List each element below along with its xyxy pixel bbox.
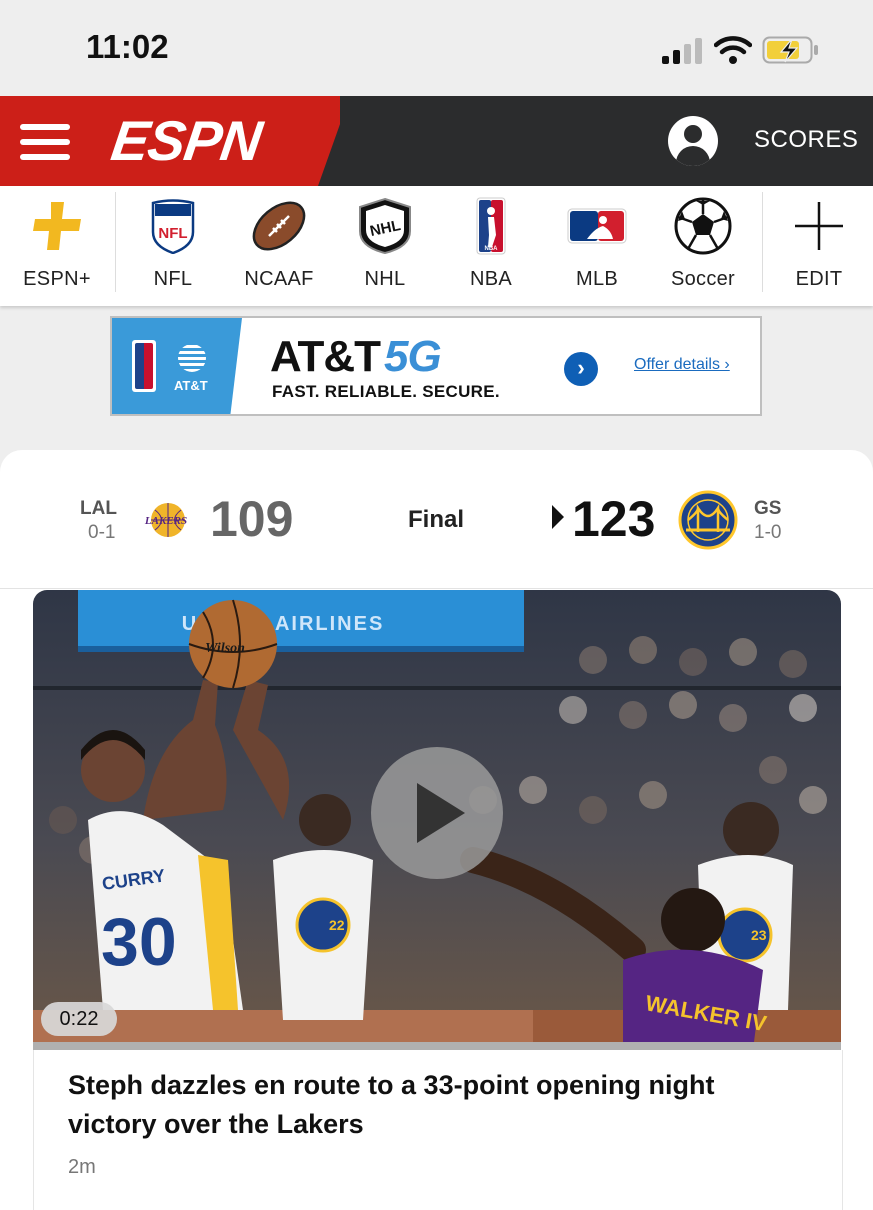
- nav-label: NFL: [153, 268, 193, 290]
- nfl-logo-icon: NFL: [143, 196, 203, 256]
- status-bar: 11:02: [0, 0, 873, 96]
- nba-logo-icon: [132, 340, 156, 392]
- away-team-score: 109: [210, 491, 294, 547]
- winner-indicator-icon: [552, 505, 564, 529]
- nav-item-mlb[interactable]: MLB: [545, 186, 649, 306]
- player-number-text: 30: [101, 904, 177, 980]
- away-team-record: 0-1: [88, 522, 116, 543]
- att-globe-icon: [178, 344, 206, 372]
- soccer-ball-icon: [673, 196, 733, 256]
- video-player[interactable]: UNITED AIRLINES Wilson CURRY 30 22 23 WA…: [33, 590, 841, 1050]
- app-header: ESPN SCORES: [0, 96, 873, 186]
- nav-label: NHL: [364, 268, 406, 290]
- ad-headline: AT&T5G: [270, 332, 442, 382]
- espn-logo[interactable]: ESPN: [107, 108, 265, 173]
- home-team-score: 123: [572, 491, 656, 547]
- nav-item-edit[interactable]: EDIT: [767, 186, 871, 306]
- scoreboard[interactable]: LAL 0-1 LAKERS 109 Final 123 GS 1-0: [0, 450, 873, 589]
- nav-label: Soccer: [670, 268, 736, 290]
- menu-icon[interactable]: [20, 124, 70, 160]
- lakers-logo-icon: LAKERS: [144, 503, 187, 537]
- chevron-right-icon[interactable]: ›: [564, 352, 598, 386]
- sports-nav: ESPN+ NFL NFL NCAAF NHL NHL NBA NBA MLB: [0, 186, 873, 306]
- add-icon: [789, 196, 849, 256]
- warriors-logo-icon: [678, 490, 738, 550]
- story-headline[interactable]: Steph dazzles en route to a 33-point ope…: [68, 1066, 808, 1144]
- nav-item-nfl[interactable]: NFL NFL: [121, 186, 225, 306]
- scores-button[interactable]: SCORES: [754, 126, 858, 154]
- home-team-record: 1-0: [754, 522, 782, 543]
- nba-logo-icon: NBA: [461, 196, 521, 256]
- battery-charging-icon: [762, 36, 818, 64]
- ball-brand-text: Wilson: [205, 641, 245, 656]
- nav-label: NBA: [469, 268, 513, 290]
- plus-icon: [27, 196, 87, 256]
- nhl-logo-icon: NHL: [355, 196, 415, 256]
- svg-text:NFL: NFL: [158, 225, 187, 242]
- nav-label: EDIT: [795, 268, 843, 290]
- home-team-abbr: GS: [754, 498, 782, 519]
- att-5g-ad-banner[interactable]: AT&T AT&T5G FAST. RELIABLE. SECURE. › Of…: [110, 316, 762, 416]
- nav-item-nba[interactable]: NBA NBA: [439, 186, 543, 306]
- football-icon: [249, 196, 309, 256]
- nav-label: NCAAF: [244, 268, 314, 290]
- nav-divider: [762, 192, 763, 292]
- profile-icon[interactable]: [668, 116, 718, 166]
- video-thumbnail: UNITED AIRLINES Wilson CURRY 30 22 23 WA…: [33, 590, 841, 1050]
- ad-tagline: FAST. RELIABLE. SECURE.: [272, 382, 500, 401]
- nav-item-espn-plus[interactable]: ESPN+: [5, 186, 109, 306]
- mlb-logo-icon: [567, 196, 627, 256]
- jersey-number-text: 23: [751, 927, 767, 943]
- ad-brand-small: AT&T: [174, 378, 208, 393]
- ad-headline-accent: 5G: [384, 332, 442, 381]
- nav-label: MLB: [575, 268, 619, 290]
- nav-item-ncaaf[interactable]: NCAAF: [227, 186, 331, 306]
- wifi-icon: [714, 36, 752, 64]
- game-status: Final: [408, 506, 465, 533]
- status-time: 11:02: [86, 28, 169, 65]
- lakers-logo-text: LAKERS: [144, 515, 187, 527]
- away-team-abbr: LAL: [80, 498, 117, 519]
- story-card: Steph dazzles en route to a 33-point ope…: [33, 1050, 843, 1210]
- jersey-number-text: 22: [329, 917, 345, 933]
- svg-text:NBA: NBA: [485, 246, 499, 252]
- nav-divider: [115, 192, 116, 292]
- nav-item-soccer[interactable]: Soccer: [651, 186, 755, 306]
- video-duration-badge: 0:22: [59, 1008, 99, 1030]
- ad-headline-text: AT&T: [270, 332, 381, 381]
- nav-label: ESPN+: [23, 268, 91, 290]
- game-card: LAL 0-1 LAKERS 109 Final 123 GS 1-0 UNIT…: [0, 450, 873, 1210]
- nav-item-nhl[interactable]: NHL NHL: [333, 186, 437, 306]
- story-timestamp: 2m: [68, 1156, 96, 1178]
- offer-details-link[interactable]: Offer details ›: [634, 356, 730, 374]
- cellular-signal-icon: [662, 38, 702, 64]
